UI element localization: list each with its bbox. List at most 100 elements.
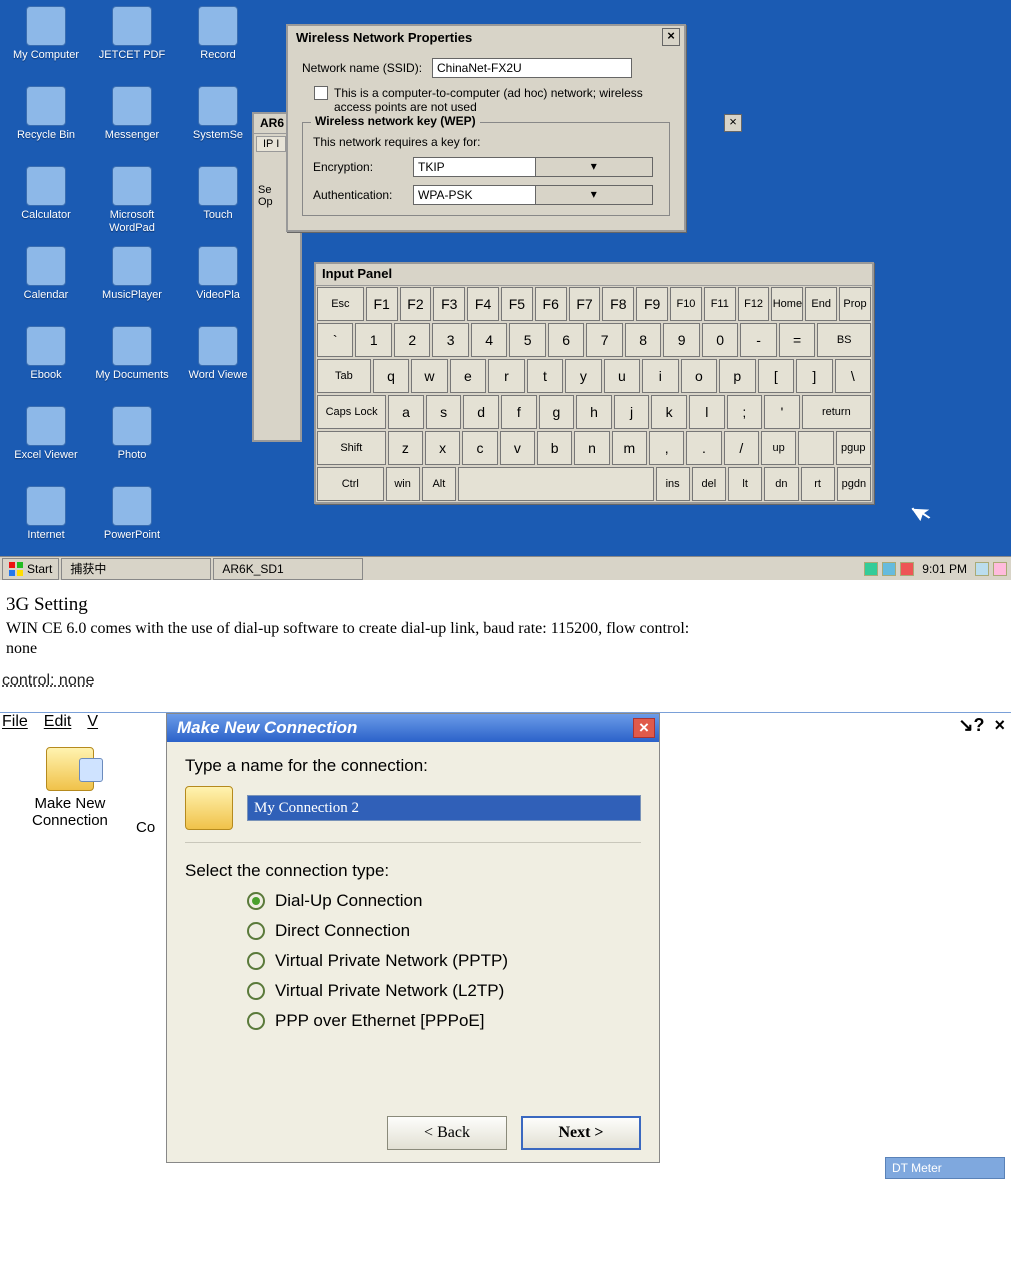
keyboard-key[interactable]: m bbox=[612, 431, 647, 465]
keyboard-key[interactable]: y bbox=[565, 359, 601, 393]
keyboard-key[interactable]: F8 bbox=[602, 287, 634, 321]
keyboard-key[interactable]: pgdn bbox=[837, 467, 871, 501]
keyboard-key[interactable]: return bbox=[802, 395, 871, 429]
keyboard-key[interactable]: b bbox=[537, 431, 572, 465]
keyboard-key[interactable]: End bbox=[805, 287, 837, 321]
ssid-input[interactable] bbox=[432, 58, 632, 78]
bg-close-button[interactable]: × bbox=[724, 114, 742, 132]
keyboard-key[interactable]: z bbox=[388, 431, 423, 465]
keyboard-key[interactable]: Ctrl bbox=[317, 467, 384, 501]
keyboard-key[interactable]: a bbox=[388, 395, 424, 429]
keyboard-key[interactable]: 6 bbox=[548, 323, 584, 357]
keyboard-key[interactable]: 4 bbox=[471, 323, 507, 357]
keyboard-key[interactable]: i bbox=[642, 359, 678, 393]
keyboard-key[interactable]: F6 bbox=[535, 287, 567, 321]
keyboard-key[interactable]: / bbox=[724, 431, 759, 465]
keyboard-key[interactable]: 8 bbox=[625, 323, 661, 357]
desktop-icon[interactable]: My Computer bbox=[4, 4, 88, 82]
keyboard-key[interactable]: h bbox=[576, 395, 612, 429]
keyboard-key[interactable]: lt bbox=[728, 467, 762, 501]
taskbar-button[interactable]: AR6K_SD1 bbox=[213, 558, 363, 580]
keyboard-key[interactable]: ins bbox=[656, 467, 690, 501]
tray-battery-icon[interactable] bbox=[864, 562, 878, 576]
wizard-close-button[interactable]: × bbox=[633, 718, 655, 738]
taskbar-button[interactable]: 捕获中 bbox=[61, 558, 211, 580]
keyboard-key[interactable]: = bbox=[779, 323, 815, 357]
keyboard-key[interactable]: 1 bbox=[355, 323, 391, 357]
desktop-icon[interactable]: Internet bbox=[4, 484, 88, 562]
keyboard-key[interactable]: F5 bbox=[501, 287, 533, 321]
keyboard-key[interactable]: F9 bbox=[636, 287, 668, 321]
keyboard-key[interactable]: pgup bbox=[836, 431, 871, 465]
keyboard-key[interactable]: Shift bbox=[317, 431, 386, 465]
keyboard-key[interactable]: Prop bbox=[839, 287, 871, 321]
keyboard-key[interactable]: k bbox=[651, 395, 687, 429]
desktop-icon[interactable]: Microsoft WordPad bbox=[90, 164, 174, 242]
keyboard-key[interactable]: rt bbox=[801, 467, 835, 501]
keyboard-key[interactable]: BS bbox=[817, 323, 871, 357]
menu-file[interactable]: File bbox=[2, 713, 28, 731]
connection-type-option[interactable]: Virtual Private Network (PPTP) bbox=[247, 951, 641, 971]
keyboard-key[interactable]: , bbox=[649, 431, 684, 465]
desktop-icon[interactable]: Touch bbox=[176, 164, 260, 242]
desktop-icon[interactable]: Photo bbox=[90, 404, 174, 482]
keyboard-key[interactable] bbox=[798, 431, 833, 465]
keyboard-key[interactable]: F11 bbox=[704, 287, 736, 321]
wireless-close-button[interactable]: × bbox=[662, 28, 680, 46]
keyboard-key[interactable]: Esc bbox=[317, 287, 364, 321]
keyboard-key[interactable]: ' bbox=[764, 395, 800, 429]
keyboard-key[interactable]: F3 bbox=[433, 287, 465, 321]
keyboard-key[interactable]: o bbox=[681, 359, 717, 393]
keyboard-key[interactable]: ` bbox=[317, 323, 353, 357]
keyboard-key[interactable]: \ bbox=[835, 359, 871, 393]
keyboard-key[interactable]: - bbox=[740, 323, 776, 357]
connection-type-option[interactable]: Virtual Private Network (L2TP) bbox=[247, 981, 641, 1001]
keyboard-key[interactable]: j bbox=[614, 395, 650, 429]
keyboard-key[interactable]: win bbox=[386, 467, 420, 501]
keyboard-key[interactable]: q bbox=[373, 359, 409, 393]
keyboard-key[interactable]: F7 bbox=[569, 287, 601, 321]
keyboard-key[interactable]: 2 bbox=[394, 323, 430, 357]
keyboard-key[interactable]: ] bbox=[796, 359, 832, 393]
desktop-icon[interactable]: MusicPlayer bbox=[90, 244, 174, 322]
keyboard-key[interactable]: f bbox=[501, 395, 537, 429]
desktop-icon[interactable]: Excel Viewer bbox=[4, 404, 88, 482]
keyboard-key[interactable]: t bbox=[527, 359, 563, 393]
desktop-icon[interactable]: PowerPoint bbox=[90, 484, 174, 562]
keyboard-key[interactable]: Tab bbox=[317, 359, 371, 393]
keyboard-key[interactable]: F10 bbox=[670, 287, 702, 321]
connection-type-option[interactable]: Direct Connection bbox=[247, 921, 641, 941]
keyboard-key[interactable]: F2 bbox=[400, 287, 432, 321]
keyboard-key[interactable]: del bbox=[692, 467, 726, 501]
keyboard-key[interactable]: Home bbox=[771, 287, 803, 321]
desktop-icon[interactable]: JETCET PDF bbox=[90, 4, 174, 82]
make-new-connection-icon[interactable]: Make New Connection bbox=[32, 747, 108, 829]
connection-type-option[interactable]: PPP over Ethernet [PPPoE] bbox=[247, 1011, 641, 1031]
keyboard-key[interactable]: ; bbox=[727, 395, 763, 429]
keyboard-key[interactable]: 7 bbox=[586, 323, 622, 357]
keyboard-key[interactable]: c bbox=[462, 431, 497, 465]
keyboard-key[interactable]: v bbox=[500, 431, 535, 465]
keyboard-key[interactable]: [ bbox=[758, 359, 794, 393]
tray-network-icon[interactable] bbox=[882, 562, 896, 576]
adhoc-checkbox[interactable] bbox=[314, 86, 328, 100]
tray-desktop-icon[interactable] bbox=[975, 562, 989, 576]
connection-type-option[interactable]: Dial-Up Connection bbox=[247, 891, 641, 911]
window-close-button[interactable]: × bbox=[994, 715, 1005, 736]
keyboard-key[interactable]: u bbox=[604, 359, 640, 393]
keyboard-key[interactable]: F12 bbox=[738, 287, 770, 321]
keyboard-key[interactable]: 0 bbox=[702, 323, 738, 357]
keyboard-key[interactable]: n bbox=[574, 431, 609, 465]
keyboard-key[interactable]: r bbox=[488, 359, 524, 393]
keyboard-key[interactable]: Caps Lock bbox=[317, 395, 386, 429]
keyboard-key[interactable]: x bbox=[425, 431, 460, 465]
back-button[interactable]: < Back bbox=[387, 1116, 507, 1150]
keyboard-key[interactable]: 5 bbox=[509, 323, 545, 357]
start-button[interactable]: Start bbox=[2, 558, 59, 580]
desktop-icon[interactable]: VideoPla bbox=[176, 244, 260, 322]
tray-icon[interactable] bbox=[900, 562, 914, 576]
desktop-icon[interactable]: Messenger bbox=[90, 84, 174, 162]
encryption-dropdown[interactable]: TKIP ▾ bbox=[413, 157, 653, 177]
keyboard-key[interactable]: g bbox=[539, 395, 575, 429]
desktop-icon[interactable]: SystemSe bbox=[176, 84, 260, 162]
